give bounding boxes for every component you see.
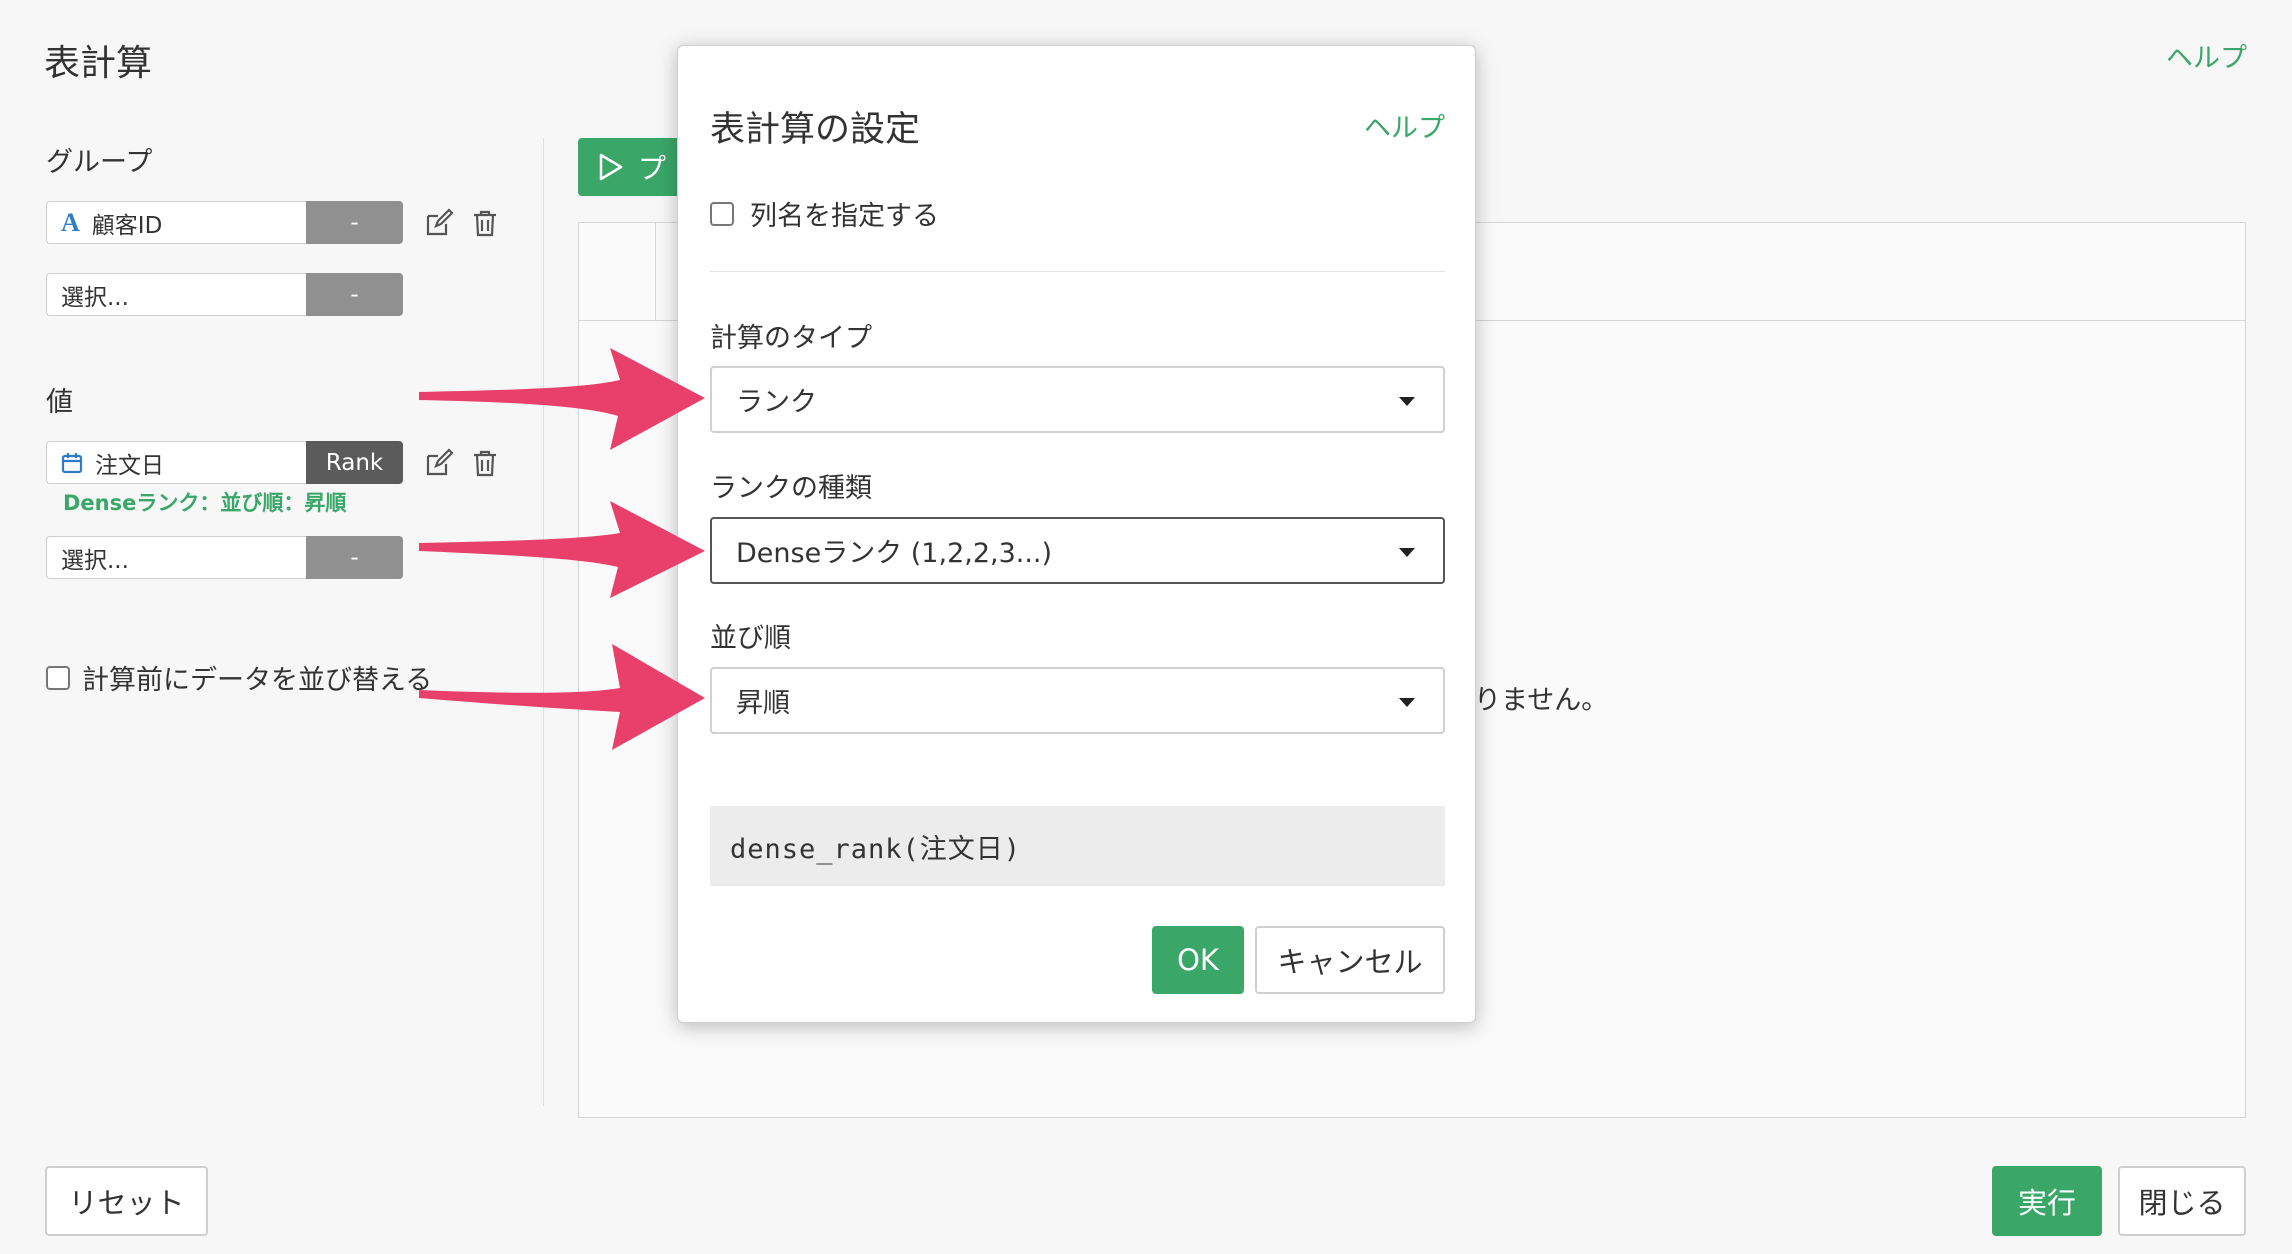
help-link[interactable]: ヘルプ bbox=[2166, 36, 2247, 75]
group-field-option-button[interactable]: - bbox=[306, 273, 403, 316]
value-field-row: 選択... - bbox=[46, 536, 403, 579]
group-field-customer-id[interactable]: A 顧客ID bbox=[46, 201, 306, 244]
dialog-separator bbox=[710, 271, 1445, 272]
annotation-arrow bbox=[419, 348, 705, 450]
value-field-option-button[interactable]: - bbox=[306, 536, 403, 579]
rank-kind-select[interactable]: Denseランク (1,2,2,3...) bbox=[710, 517, 1445, 584]
value-field-name: 注文日 bbox=[95, 452, 164, 479]
sort-order-label: 並び順 bbox=[710, 623, 791, 654]
run-button[interactable]: 実行 bbox=[1992, 1166, 2102, 1236]
value-field-select[interactable]: 選択... bbox=[46, 536, 306, 579]
value-field-order-date[interactable]: 注文日 bbox=[46, 441, 306, 484]
calendar-icon bbox=[61, 452, 83, 474]
edit-icon[interactable] bbox=[423, 207, 455, 239]
specify-column-name-checkbox[interactable] bbox=[710, 201, 734, 226]
preview-button[interactable]: プ bbox=[578, 138, 688, 196]
cancel-button[interactable]: キャンセル bbox=[1255, 926, 1445, 994]
chevron-down-icon bbox=[1399, 548, 1415, 557]
table-calc-settings-dialog: 表計算の設定 ヘルプ 列名を指定する 計算のタイプ ランク ランクの種類 Den… bbox=[677, 45, 1476, 1023]
close-button[interactable]: 閉じる bbox=[2118, 1166, 2246, 1236]
string-type-icon: A bbox=[61, 207, 80, 237]
trash-icon[interactable] bbox=[469, 207, 501, 239]
value-section-label: 値 bbox=[46, 387, 73, 418]
preview-button-label: プ bbox=[638, 152, 667, 185]
sort-order-select[interactable]: 昇順 bbox=[710, 667, 1445, 734]
sort-order-value: 昇順 bbox=[736, 688, 790, 719]
calc-type-select[interactable]: ランク bbox=[710, 366, 1445, 433]
ok-button[interactable]: OK bbox=[1152, 926, 1244, 994]
rank-kind-label: ランクの種類 bbox=[710, 473, 872, 504]
rank-kind-value: Denseランク (1,2,2,3...) bbox=[736, 538, 1053, 569]
pre-sort-checkbox[interactable] bbox=[46, 665, 70, 690]
specify-column-name-label: 列名を指定する bbox=[750, 201, 939, 232]
preview-empty-message: りません。 bbox=[1474, 685, 1609, 716]
pre-sort-label: 計算前にデータを並び替える bbox=[82, 665, 433, 696]
group-field-select[interactable]: 選択... bbox=[46, 273, 306, 316]
preview-column-border bbox=[655, 222, 656, 320]
dialog-title: 表計算の設定 bbox=[710, 110, 921, 150]
group-field-row: 選択... - bbox=[46, 273, 403, 316]
group-section-label: グループ bbox=[46, 147, 153, 178]
chevron-down-icon bbox=[1399, 698, 1415, 707]
annotation-arrow bbox=[419, 644, 705, 750]
group-field-name: 顧客ID bbox=[91, 212, 163, 239]
page-title: 表計算 bbox=[44, 43, 153, 84]
value-field-option-button[interactable]: Rank bbox=[306, 441, 403, 484]
chevron-down-icon bbox=[1399, 397, 1415, 406]
specify-column-name-option[interactable]: 列名を指定する bbox=[710, 194, 939, 233]
calc-type-value: ランク bbox=[736, 387, 817, 418]
pre-sort-option[interactable]: 計算前にデータを並び替える bbox=[46, 658, 432, 697]
group-field-option-button[interactable]: - bbox=[306, 201, 403, 244]
dialog-help-link[interactable]: ヘルプ bbox=[1364, 106, 1445, 145]
calc-type-label: 計算のタイプ bbox=[710, 323, 872, 354]
annotation-arrow bbox=[419, 501, 705, 598]
value-calc-hint: Denseランク：並び順：昇順 bbox=[63, 491, 347, 515]
panel-divider bbox=[543, 138, 544, 1106]
reset-button[interactable]: リセット bbox=[45, 1166, 208, 1236]
group-field-row: A 顧客ID - bbox=[46, 201, 501, 244]
formula-preview: dense_rank(注文日) bbox=[710, 806, 1445, 886]
play-icon bbox=[598, 153, 624, 181]
